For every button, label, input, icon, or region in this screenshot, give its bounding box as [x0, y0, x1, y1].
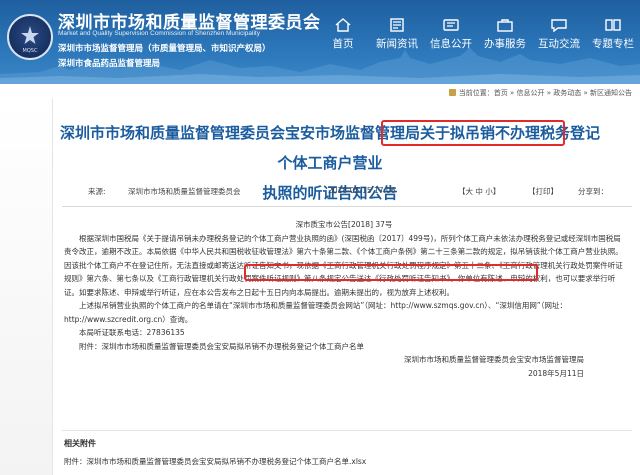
meta-divider	[62, 206, 632, 207]
font-size-control[interactable]: 【大 中 小】	[458, 186, 518, 197]
nav-column[interactable]: 专题专栏	[586, 18, 640, 51]
paragraph-2: 上述拟吊销营业执照的个体工商户的名单请在“深圳市市场和质量监督管理委员会网站”（…	[64, 301, 568, 324]
org-subtitle-line2: 深圳市市场监督管理局（市质量管理局、市知识产权局）	[58, 44, 271, 54]
nav-service[interactable]: 办事服务	[478, 18, 532, 51]
attachment-file-link[interactable]: 深圳市市场和质量监督管理委员会宝安局拟吊销不办理税务登记个体工商户名单.xlsx	[87, 457, 367, 466]
appendix-line: 附件：深圳市市场和质量监督管理委员会宝安局拟吊销不办理税务登记个体工商户名单	[79, 341, 364, 351]
doc-number: 深市质宝市公告[2018] 37号	[295, 220, 393, 229]
title-highlight-box	[381, 120, 565, 146]
publish-date: 2018-05-15 17:06	[328, 186, 396, 195]
emblem-icon	[21, 26, 39, 44]
left-background-strip	[0, 98, 52, 475]
print-link[interactable]: 【打印】	[528, 186, 568, 197]
article-meta: 来源: 深圳市市场和质量监督管理委员会 2018-05-15 17:06 【大 …	[88, 186, 628, 197]
article-body: 深市质宝市公告[2018] 37号 根据深圳市国税局《关于提请吊销未办理税务登记…	[64, 218, 624, 380]
org-subtitle-line3: 深圳市食品药品监督管理局	[58, 59, 161, 69]
site-header: MQSC 深圳市市场和质量监督管理委员会 Market and Quality …	[0, 0, 640, 84]
emblem-logo[interactable]: MQSC	[7, 14, 53, 60]
service-icon	[497, 19, 513, 32]
source-value: 深圳市市场和质量监督管理委员会	[128, 187, 241, 196]
signature: 深圳市市场和质量监督管理委员会宝安市场监督管理局	[404, 355, 584, 364]
info-icon	[443, 19, 459, 31]
attachment-row: 附件：深圳市市场和质量监督管理委员会宝安局拟吊销不办理税务登记个体工商户名单.x…	[64, 456, 366, 467]
body-highlight-box	[244, 264, 538, 281]
nav-interaction[interactable]: 互动交流	[532, 18, 586, 51]
logo-text: MQSC	[22, 48, 38, 54]
nav-home[interactable]: 首页	[316, 18, 370, 51]
nav-label: 信息公开	[430, 38, 472, 50]
nav-label: 办事服务	[484, 38, 526, 50]
breadcrumb[interactable]: 当前位置：首页 » 信息公开 » 政务动态 » 新区通知公告	[448, 88, 632, 98]
nav-label: 新闻资讯	[376, 38, 418, 50]
news-icon	[390, 18, 404, 32]
chat-icon	[551, 19, 567, 32]
nav-info[interactable]: 信息公开	[424, 18, 478, 51]
share-link[interactable]: 分享到：	[578, 186, 628, 197]
attachment-label: 附件：	[64, 457, 87, 466]
home-icon	[335, 18, 351, 32]
contact-line: 本局听证联系电话：27836135	[79, 328, 185, 337]
nav-label: 专题专栏	[592, 38, 634, 50]
breadcrumb-text: 当前位置：首页 » 信息公开 » 政务动态 » 新区通知公告	[458, 89, 632, 97]
source-label: 来源:	[88, 187, 106, 196]
related-attachments-title: 相关附件	[64, 439, 96, 448]
sign-date: 2018年5月11日	[528, 368, 584, 378]
related-divider	[62, 430, 632, 431]
main-nav: 首页 新闻资讯 信息公开 办事服务 互动交流 专题专栏	[316, 18, 640, 51]
org-name-english: Market and Quality Supervision Commissio…	[58, 30, 260, 37]
location-icon	[448, 89, 456, 96]
nav-label: 首页	[332, 38, 354, 50]
nav-label: 互动交流	[538, 38, 580, 50]
column-icon	[605, 19, 621, 31]
nav-news[interactable]: 新闻资讯	[370, 18, 424, 51]
